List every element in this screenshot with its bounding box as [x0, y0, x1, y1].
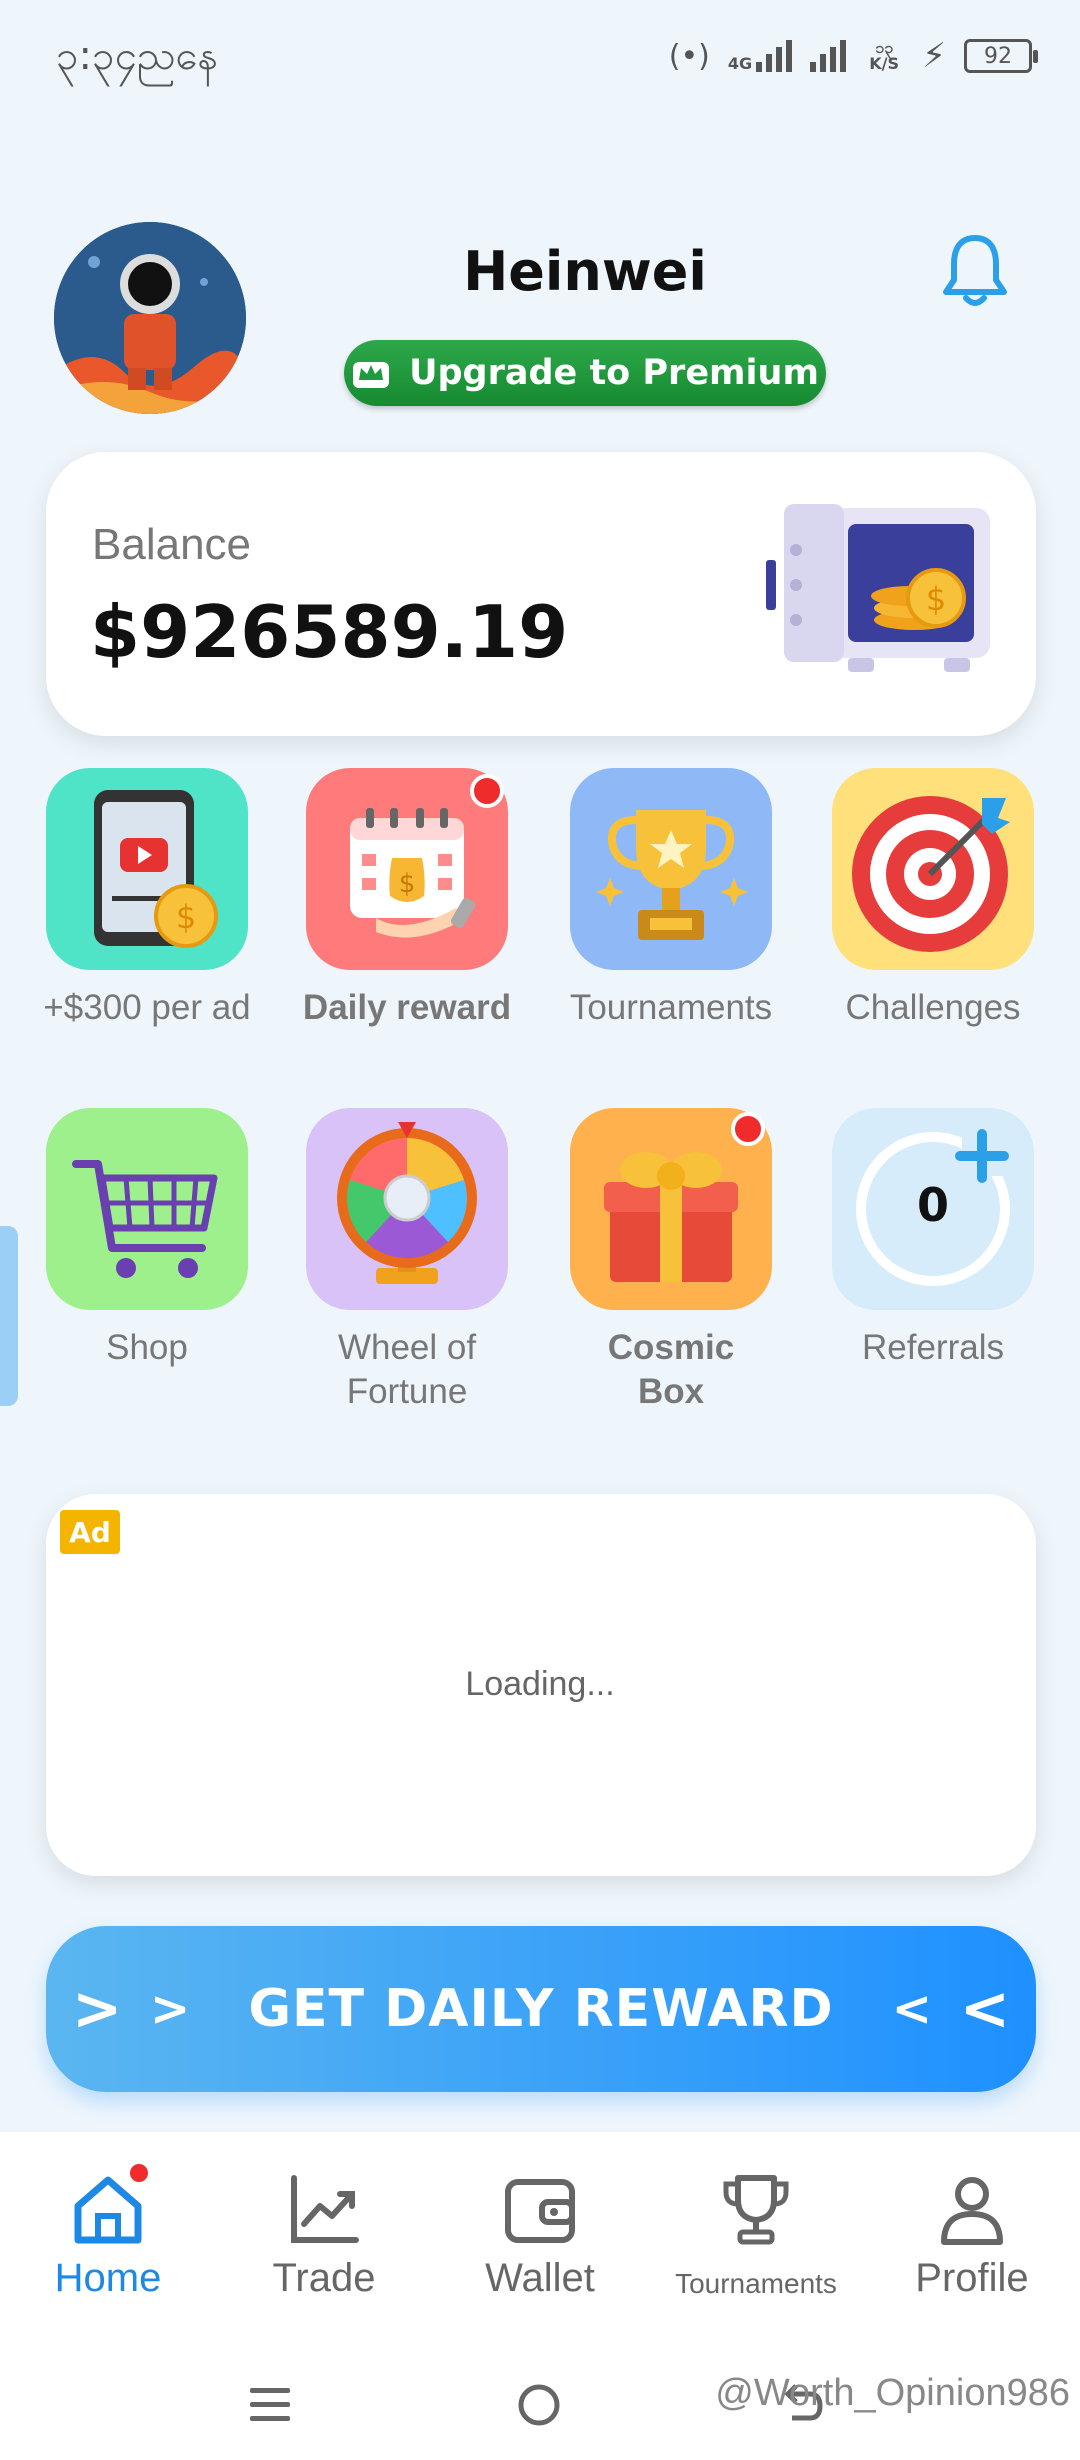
tile-label-challenges: Challenges: [845, 988, 1021, 1027]
svg-text:$: $: [926, 580, 946, 618]
tile-label-tournaments: Tournaments: [569, 988, 773, 1027]
chart-icon: [291, 2175, 359, 2243]
username: Heinwei: [463, 240, 707, 303]
signal-icon: [810, 40, 847, 72]
daily-reward-badge: [470, 774, 504, 808]
wheel-icon: [337, 1122, 477, 1284]
status-time: ၃:၃၄ညနေ: [56, 33, 219, 79]
video-ad-icon: $: [94, 790, 218, 948]
crown-icon: [353, 362, 390, 388]
tile-label-referrals: Referrals: [862, 1328, 1004, 1367]
tile-label-watch-ad: +$300 per ad: [43, 988, 251, 1027]
menu-icon[interactable]: [248, 2382, 292, 2426]
balance-label: Balance: [92, 520, 252, 569]
svg-text:$: $: [176, 898, 196, 936]
chevron-right-icon: >: [150, 1981, 191, 2037]
nav-home[interactable]: Home: [0, 2172, 216, 2301]
tile-label-wheel-of-fortune: Wheel of Fortune: [337, 1328, 477, 1411]
nav-tournaments-label: Tournaments: [675, 2268, 837, 2299]
safe-icon: $: [766, 504, 990, 672]
nav-profile-label: Profile: [915, 2256, 1029, 2300]
referral-count: 0: [916, 1178, 949, 1232]
nav-tournaments[interactable]: Tournaments: [648, 2172, 864, 2300]
wallet-icon: [505, 2179, 575, 2243]
nav-profile[interactable]: Profile: [864, 2172, 1080, 2301]
bell-icon[interactable]: [940, 230, 1010, 310]
shop-tile[interactable]: [46, 1108, 248, 1310]
nav-home-label: Home: [54, 2256, 162, 2300]
charging-icon: ⚡: [922, 36, 946, 76]
watch-ad-tile[interactable]: $: [46, 768, 248, 970]
svg-text:$: $: [399, 869, 416, 899]
status-icons: (•) 4G ၁၃ K/S ⚡ 92: [668, 36, 1038, 76]
cosmic-box-badge: [731, 1112, 765, 1146]
get-daily-reward-button[interactable]: > > GET DAILY REWARD < <: [46, 1926, 1036, 2092]
hotspot-icon: (•): [668, 38, 710, 74]
challenges-tile[interactable]: [832, 768, 1034, 970]
signal-4g-icon: 4G: [728, 40, 793, 72]
ad-loading-text: Loading...: [465, 1665, 615, 1703]
network-speed: ၁၃ K/S: [869, 38, 899, 73]
chevron-left-icon: <: [959, 1974, 1010, 2044]
wheel-of-fortune-tile[interactable]: [306, 1108, 508, 1310]
home-circle-icon[interactable]: [516, 2382, 562, 2428]
side-drawer-handle[interactable]: [0, 1226, 18, 1406]
balance-value: $926589.19: [90, 590, 569, 674]
tournaments-tile[interactable]: [570, 768, 772, 970]
tile-label-cosmic-box: Cosmic Box: [607, 1328, 735, 1411]
ad-badge: Ad: [60, 1510, 120, 1554]
home-notification-dot: [126, 2160, 152, 2186]
cart-icon: [72, 1160, 218, 1278]
nav-wallet-label: Wallet: [485, 2256, 595, 2300]
nav-trade-label: Trade: [272, 2256, 376, 2300]
trophy-icon: [596, 810, 748, 940]
tile-label-daily-reward: Daily reward: [302, 988, 512, 1027]
tile-label-shop: Shop: [106, 1328, 188, 1367]
chevron-left-icon: <: [891, 1981, 932, 2037]
get-daily-reward-label: GET DAILY REWARD: [248, 1979, 834, 2039]
battery-icon: 92: [964, 39, 1038, 73]
referrals-tile[interactable]: 0: [832, 1108, 1034, 1310]
watermark: @Worth_Opinion986: [715, 2372, 1070, 2414]
target-icon: [852, 796, 1010, 952]
trophy-outline-icon: [723, 2175, 789, 2245]
upgrade-premium-button[interactable]: Upgrade to Premium: [344, 340, 826, 406]
nav-wallet[interactable]: Wallet: [432, 2172, 648, 2301]
upgrade-premium-label: Upgrade to Premium: [409, 353, 819, 393]
nav-trade[interactable]: Trade: [216, 2172, 432, 2301]
person-icon: [941, 2177, 1003, 2245]
chevron-right-icon: >: [72, 1974, 123, 2044]
